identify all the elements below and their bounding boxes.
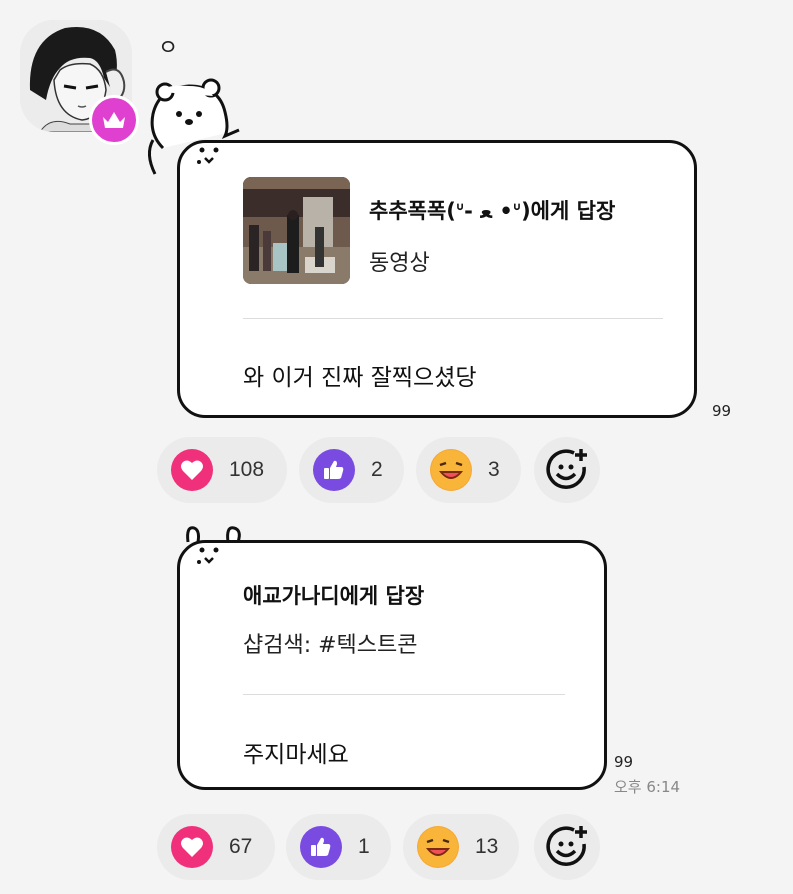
reply-divider [243, 694, 565, 695]
message-time: 오후 6:14 [614, 778, 681, 796]
message-bubble[interactable] [177, 540, 607, 790]
reaction-count: 67 [229, 835, 253, 858]
grinning-face-icon [430, 449, 472, 491]
read-count: 99 [614, 753, 634, 771]
reply-preview: 동영상 [369, 251, 430, 276]
reaction-count: 108 [229, 458, 265, 481]
reply-divider [243, 318, 663, 319]
reply-title: 추추폭폭(ᐡ- ﻌ •ᐡ)에게 답장 [369, 199, 616, 223]
message-text: 주지마세요 [243, 742, 349, 768]
sender-name: ㅇ [158, 36, 179, 61]
reaction-grinning[interactable]: 13 [403, 814, 519, 880]
video-thumbnail-image [243, 177, 350, 284]
reaction-grinning[interactable]: 3 [416, 437, 521, 503]
reaction-thumbs-up[interactable]: 1 [286, 814, 391, 880]
message-text: 와 이거 진짜 잘찍으셨당 [243, 365, 477, 391]
reaction-count: 13 [475, 835, 499, 858]
add-reaction-icon [546, 826, 587, 866]
crown-icon [103, 112, 125, 128]
reaction-heart[interactable]: 108 [157, 437, 287, 503]
reaction-count: 3 [488, 458, 500, 481]
crown-badge [89, 95, 139, 145]
add-reaction-icon [546, 449, 587, 489]
grinning-face-icon [417, 826, 459, 868]
add-reaction-button[interactable] [534, 814, 600, 880]
add-reaction-button[interactable] [534, 437, 600, 503]
bear-face-icon [197, 547, 219, 564]
reply-title: 애교가나디에게 답장 [243, 584, 425, 608]
reply-video-thumbnail[interactable] [243, 177, 350, 284]
thumbs-up-icon [300, 826, 342, 868]
read-count: 99 [712, 402, 732, 420]
reaction-thumbs-up[interactable]: 2 [299, 437, 404, 503]
reaction-count: 2 [371, 458, 383, 481]
reaction-count: 1 [358, 835, 370, 858]
heart-icon [171, 449, 213, 491]
thumbs-up-icon [313, 449, 355, 491]
bear-face-icon [197, 147, 219, 164]
heart-icon [171, 826, 213, 868]
reply-preview: 샵검색: #텍스트콘 [243, 633, 418, 658]
reaction-heart[interactable]: 67 [157, 814, 275, 880]
